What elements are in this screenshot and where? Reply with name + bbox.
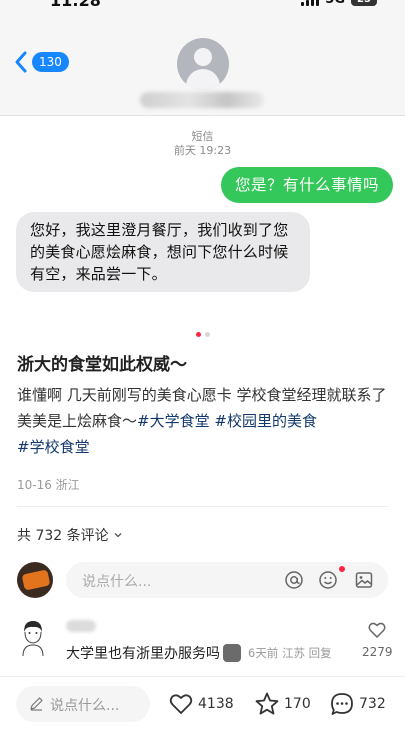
post-date-location: 10-16 浙江 (17, 478, 80, 492)
battery-icon: 25 (351, 0, 377, 6)
carousel-dot (204, 332, 210, 337)
comment-like-icon[interactable] (367, 620, 387, 640)
comment-count-label: 共 732 条评论 (17, 528, 109, 544)
carousel-dot-active (195, 332, 201, 337)
sms-timestamp: 短信 前天 19:23 (0, 130, 405, 158)
comment-like-count: 2279 (362, 645, 393, 659)
comment-location: 江苏 (281, 646, 305, 660)
comment-bubble-icon (331, 693, 353, 715)
bottom-action-bar: 说点什么... 4138 170 732 (0, 676, 405, 732)
post-title: 浙大的食堂如此权威～ (17, 355, 187, 375)
sent-message-bubble: 您是？有什么事情吗 (220, 167, 393, 203)
comment-time: 6天前 (248, 646, 279, 660)
cat-emoji-icon (223, 644, 241, 662)
sms-time: 前天 19:23 (173, 144, 232, 157)
comment-text: 大学里也有浙里办服务吗 (66, 643, 241, 663)
hashtag-link[interactable]: #学校食堂 (17, 438, 90, 456)
current-user-avatar (17, 562, 53, 598)
contact-avatar[interactable] (177, 38, 229, 90)
hashtag-link[interactable]: #校园里的美食 (214, 412, 317, 430)
reply-button[interactable]: 回复 (309, 646, 332, 660)
favorite-button[interactable]: 170 (254, 691, 311, 717)
status-time: 11:28 (50, 0, 101, 10)
received-message-bubble: 您好，我这里澄月餐厅，我们收到了您的美食心愿烩麻食，想问下您什么时候有空，来品尝… (16, 212, 310, 292)
comment-count: 732 (359, 696, 386, 712)
chevron-down-icon (114, 533, 122, 538)
unread-badge: 130 (32, 52, 69, 72)
emoji-icon[interactable] (318, 570, 338, 590)
carousel-indicator (0, 332, 405, 337)
sms-label: 短信 (191, 130, 214, 143)
notification-dot (339, 566, 345, 572)
comment-sort-toggle[interactable]: 共 732 条评论 (17, 525, 123, 545)
star-icon (255, 692, 279, 715)
comment-input[interactable]: 说点什么... (66, 562, 388, 598)
status-icons: 5G 25 (301, 0, 377, 7)
bottom-input-placeholder: 说点什么... (50, 698, 120, 714)
bottom-comment-input[interactable]: 说点什么... (16, 686, 150, 722)
imessage-header: 11:28 5G 25 130 (0, 0, 405, 116)
pencil-icon (30, 697, 43, 711)
post-image[interactable]: 11:28 5G 25 130 短信 前天 19:23 您是？有什么事情吗 您好… (0, 0, 405, 320)
hashtag-link[interactable]: #大学食堂 (137, 412, 210, 430)
post-body: 谁懂啊 几天前刚写的美食心愿卡 学校食堂经理就联系了 美美是上烩麻食～#大学食堂… (17, 382, 389, 460)
comment-body: 大学里也有浙里办服务吗 (66, 646, 220, 662)
comment-meta: 6天前 江苏 回复 (248, 645, 332, 661)
heart-icon (169, 694, 193, 714)
image-icon[interactable] (354, 570, 374, 590)
comment-button[interactable]: 732 (329, 691, 386, 717)
commenter-name-blurred[interactable] (66, 620, 96, 632)
like-button[interactable]: 4138 (168, 691, 234, 717)
back-button[interactable]: 130 (14, 50, 69, 74)
chevron-left-icon (15, 51, 27, 73)
signal-icon (301, 0, 320, 6)
favorite-count: 170 (284, 696, 311, 712)
commenter-avatar[interactable] (18, 618, 48, 658)
divider (17, 506, 389, 507)
comment-input-placeholder: 说点什么... (82, 574, 152, 590)
like-count: 4138 (198, 696, 234, 712)
network-label: 5G (325, 0, 345, 7)
contact-name-blurred (140, 92, 264, 108)
at-mention-icon[interactable] (284, 570, 304, 590)
